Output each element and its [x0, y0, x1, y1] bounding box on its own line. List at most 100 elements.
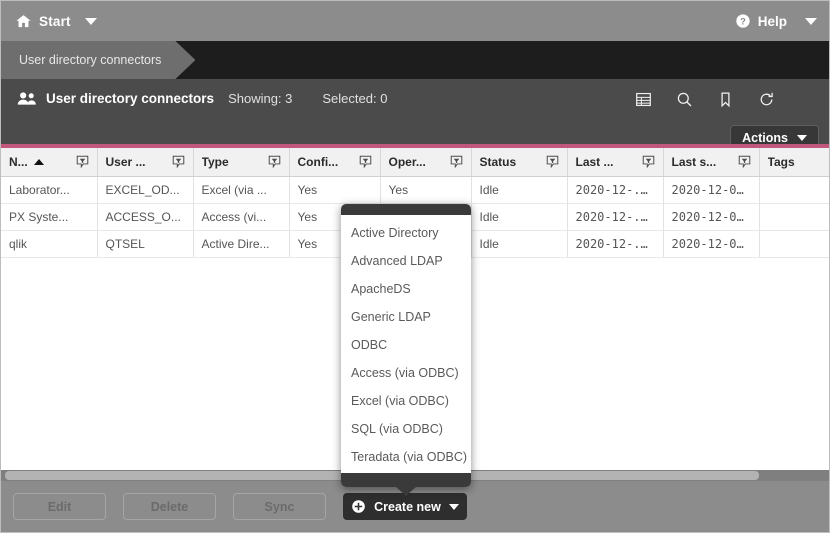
chevron-down-icon	[797, 134, 807, 141]
search-icon[interactable]	[676, 91, 693, 108]
cell-last_updated: 2020-12-...	[567, 230, 664, 258]
column-filter-icon[interactable]	[738, 155, 751, 169]
bookmark-icon[interactable]	[717, 91, 734, 108]
create-new-dropdown-menu: Active Directory Advanced LDAP ApacheDS Gen…	[341, 204, 471, 496]
sync-label: Sync	[264, 499, 295, 514]
column-label: User ...	[105, 154, 146, 169]
table-column-header-7[interactable]: Last s...	[663, 148, 760, 177]
menu-item-1[interactable]: Advanced LDAP	[341, 247, 471, 275]
breadcrumb-bar: User directory connectors	[1, 41, 829, 79]
create-new-button[interactable]: Create new	[343, 493, 467, 520]
column-label: Last ...	[575, 154, 614, 169]
cell-type: Excel (via ...	[193, 176, 290, 204]
cell-name: qlik	[1, 230, 98, 258]
delete-button[interactable]: Delete	[123, 493, 216, 520]
cell-type: Active Dire...	[193, 230, 290, 258]
cell-user: EXCEL_OD...	[97, 176, 194, 204]
column-label: Status	[479, 154, 517, 169]
table-column-header-5[interactable]: Status	[471, 148, 568, 177]
sync-button[interactable]: Sync	[233, 493, 326, 520]
column-filter-icon[interactable]	[642, 155, 655, 169]
edit-button[interactable]: Edit	[13, 493, 106, 520]
menu-bottom-cap	[341, 473, 471, 496]
column-label: Type	[201, 154, 229, 169]
column-filter-icon[interactable]	[359, 155, 372, 169]
menu-pointer-arrow	[395, 486, 417, 496]
top-navigation-bar: Start ? Help	[1, 1, 829, 41]
sort-ascending-icon[interactable]	[33, 158, 44, 165]
actions-label: Actions	[742, 130, 788, 145]
cell-tags	[759, 176, 829, 204]
table-column-header-6[interactable]: Last ...	[567, 148, 664, 177]
table-column-header-8[interactable]: Tags	[759, 148, 829, 177]
cell-tags	[759, 203, 829, 231]
cell-last_updated: 2020-12-...	[567, 176, 664, 204]
menu-item-7[interactable]: SQL (via ODBC)	[341, 415, 471, 443]
svg-text:?: ?	[740, 16, 746, 26]
start-label: Start	[39, 13, 71, 29]
plus-circle-icon	[352, 500, 365, 513]
menu-item-2[interactable]: ApacheDS	[341, 275, 471, 303]
table-column-header-0[interactable]: N...	[1, 148, 98, 177]
cell-last_sync: 2020-12-0...	[663, 203, 760, 231]
column-filter-icon[interactable]	[268, 155, 281, 169]
cell-status: Idle	[471, 230, 568, 258]
table-header-row: N... User ... Type Confi... Oper... Status Las…	[1, 148, 829, 177]
cell-tags	[759, 230, 829, 258]
cell-last_sync: 2020-12-0...	[663, 176, 760, 204]
start-menu-button[interactable]: Start	[1, 1, 109, 41]
column-label: N...	[9, 154, 28, 169]
refresh-icon[interactable]	[758, 91, 775, 108]
user-directory-connectors-page: Start ? Help User directory connectors U…	[0, 0, 830, 533]
help-circle-icon: ?	[736, 14, 750, 28]
breadcrumb-label: User directory connectors	[19, 53, 162, 67]
menu-item-6[interactable]: Excel (via ODBC)	[341, 387, 471, 415]
menu-item-4[interactable]: ODBC	[341, 331, 471, 359]
cell-user: ACCESS_O...	[97, 203, 194, 231]
column-label: Confi...	[297, 154, 339, 169]
toolbar-icon-group	[635, 91, 775, 108]
delete-label: Delete	[150, 499, 189, 514]
selected-count: Selected: 0	[322, 91, 388, 106]
cell-configured: Yes	[289, 176, 381, 204]
column-label: Oper...	[388, 154, 426, 169]
breadcrumb[interactable]: User directory connectors	[1, 41, 195, 79]
cell-operational: Yes	[380, 176, 472, 204]
help-label: Help	[757, 13, 787, 29]
menu-item-3[interactable]: Generic LDAP	[341, 303, 471, 331]
help-menu-button[interactable]: ? Help	[735, 1, 829, 41]
chevron-down-icon[interactable]	[805, 17, 817, 25]
table-row[interactable]: Laborator... EXCEL_OD... Excel (via ... Yes…	[1, 176, 829, 204]
column-filter-icon[interactable]	[172, 155, 185, 169]
column-filter-icon[interactable]	[546, 155, 559, 169]
cell-last_updated: 2020-12-...	[567, 203, 664, 231]
cell-name: Laborator...	[1, 176, 98, 204]
menu-item-5[interactable]: Access (via ODBC)	[341, 359, 471, 387]
cell-status: Idle	[471, 176, 568, 204]
cell-name: PX Syste...	[1, 203, 98, 231]
table-column-header-2[interactable]: Type	[193, 148, 290, 177]
page-toolbar: User directory connectors Showing: 3 Sel…	[1, 79, 829, 150]
menu-item-list: Active Directory Advanced LDAP ApacheDS Gen…	[341, 215, 471, 473]
table-column-header-1[interactable]: User ...	[97, 148, 194, 177]
table-column-header-4[interactable]: Oper...	[380, 148, 472, 177]
page-title-group: User directory connectors Showing: 3 Sel…	[17, 91, 387, 106]
menu-item-8[interactable]: Teradata (via ODBC)	[341, 443, 471, 471]
page-title: User directory connectors	[46, 91, 215, 106]
column-filter-icon[interactable]	[76, 155, 89, 169]
cell-user: QTSEL	[97, 230, 194, 258]
cell-status: Idle	[471, 203, 568, 231]
table-icon[interactable]	[635, 91, 652, 108]
menu-top-cap	[341, 204, 471, 215]
column-filter-icon[interactable]	[450, 155, 463, 169]
table-column-header-3[interactable]: Confi...	[289, 148, 381, 177]
create-new-label: Create new	[374, 499, 441, 514]
showing-count: Showing: 3	[228, 91, 293, 106]
chevron-down-icon	[448, 503, 459, 510]
edit-label: Edit	[47, 499, 72, 514]
cell-last_sync: 2020-12-0...	[663, 230, 760, 258]
chevron-down-icon[interactable]	[84, 17, 97, 25]
menu-item-0[interactable]: Active Directory	[341, 219, 471, 247]
column-label: Last s...	[671, 154, 717, 169]
users-icon	[17, 92, 36, 105]
